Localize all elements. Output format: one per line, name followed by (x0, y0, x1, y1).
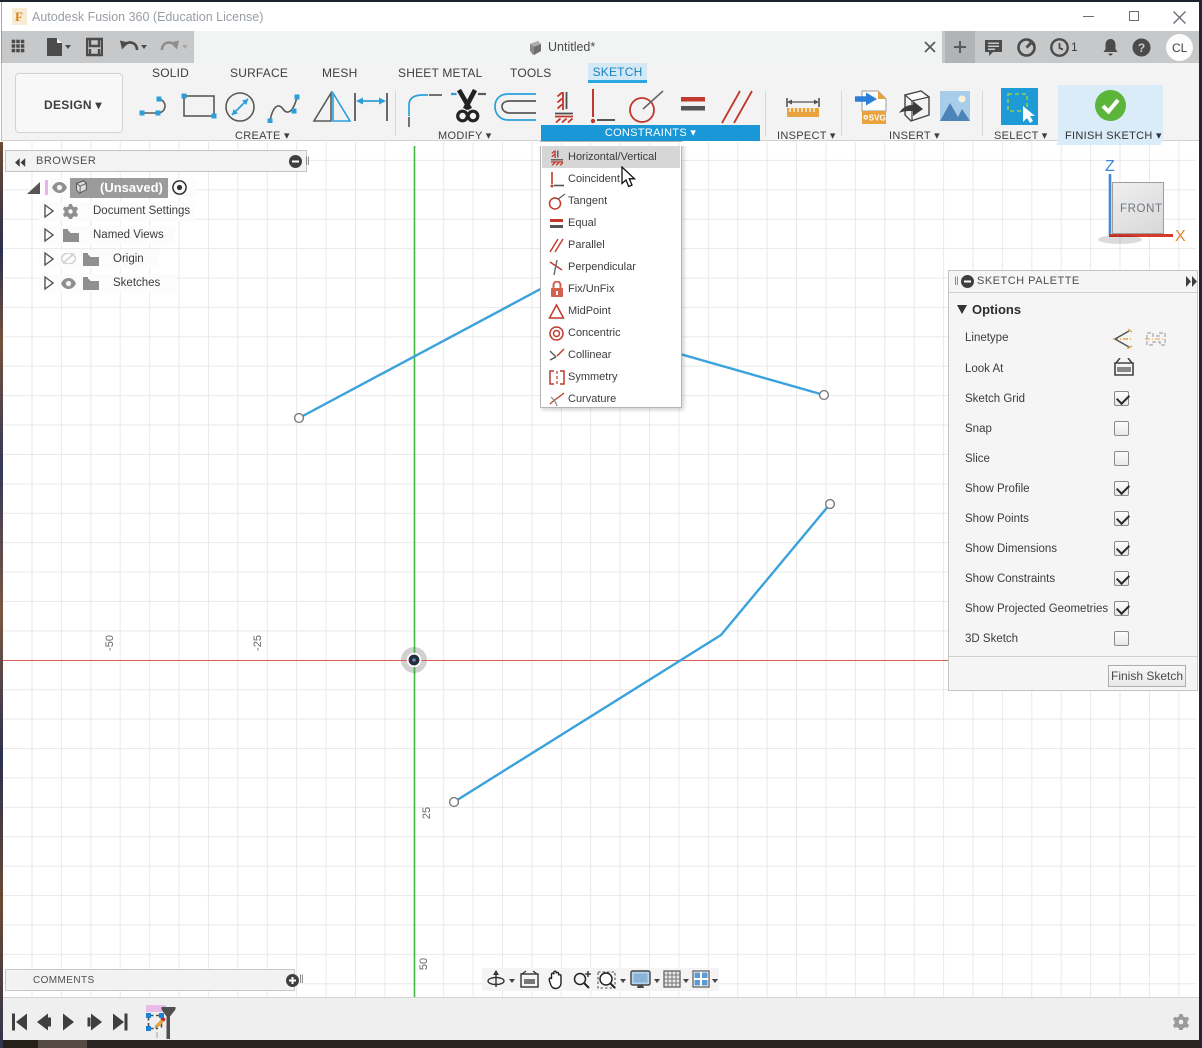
svg-text:Z: Z (1105, 158, 1115, 175)
svg-text:?: ? (1138, 41, 1145, 55)
svg-text:SVG: SVG (869, 114, 886, 123)
svg-text:X: X (1175, 228, 1186, 245)
